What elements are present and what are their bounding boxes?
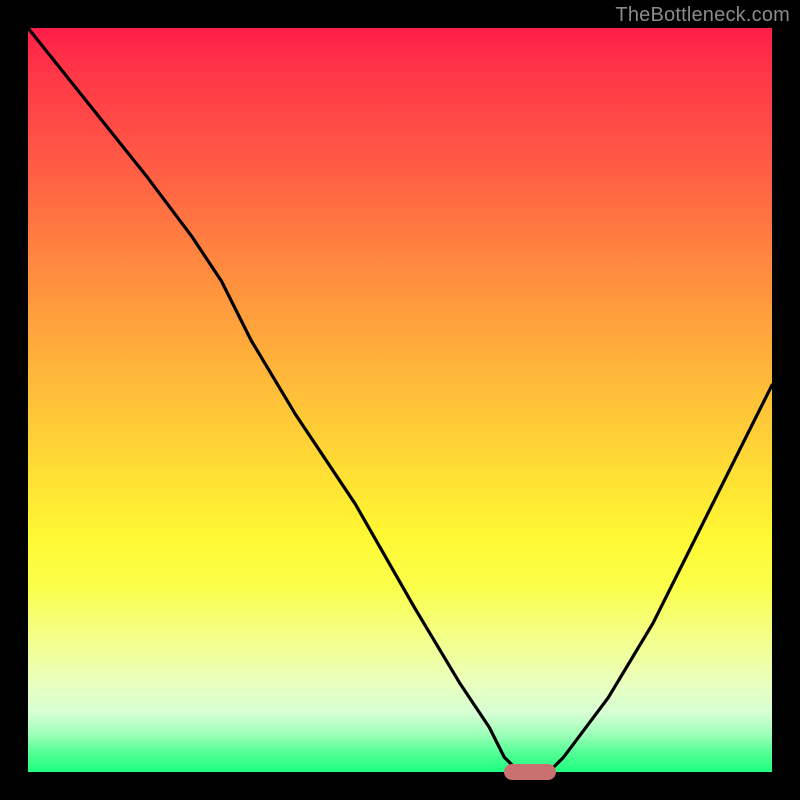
minimum-marker bbox=[504, 764, 556, 780]
bottleneck-curve bbox=[28, 28, 772, 772]
watermark-text: TheBottleneck.com bbox=[615, 4, 790, 27]
plot-area bbox=[28, 28, 772, 772]
